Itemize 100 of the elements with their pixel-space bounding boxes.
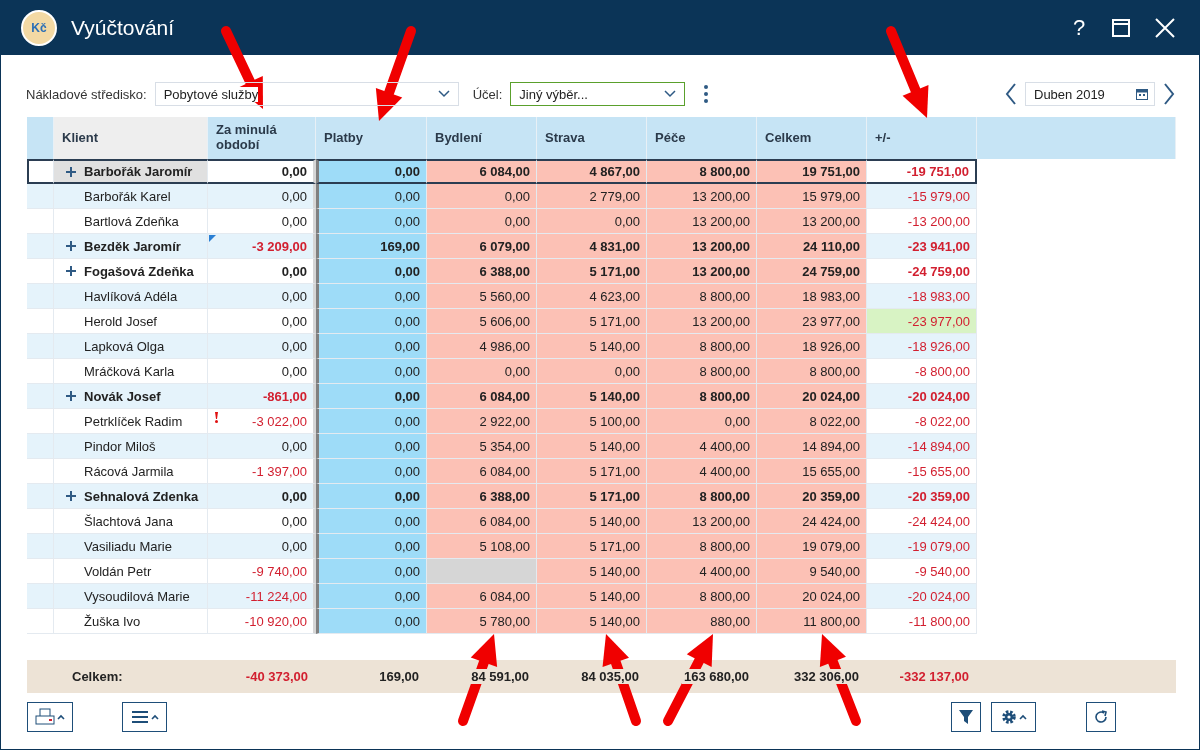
table-cell: 0,00 (208, 184, 316, 209)
table-cell: -23 977,00 (867, 309, 977, 334)
table-cell: 0,00 (316, 209, 427, 234)
total-value: 84 035,00 (579, 669, 641, 684)
calendar-icon[interactable] (1136, 88, 1148, 100)
table-cell: 20 024,00 (757, 384, 867, 409)
table-cell: 0,00 (316, 259, 427, 284)
header-corner (27, 117, 54, 159)
expand-icon[interactable] (64, 239, 78, 253)
client-name: Barbořák Jaromír (84, 164, 193, 179)
expand-icon[interactable] (64, 264, 78, 278)
table-cell: 19 751,00 (757, 159, 867, 184)
client-name: Novák Josef (84, 388, 161, 404)
column-header[interactable]: Bydlení (427, 117, 537, 159)
table-cell: 0,00 (316, 534, 427, 559)
table-cell: 0,00 (427, 184, 537, 209)
column-header[interactable]: Za minulá období (208, 117, 316, 159)
client-name: Mráčková Karla (84, 363, 175, 379)
table-cell: 0,00 (537, 359, 647, 384)
table-cell: 13 200,00 (647, 234, 757, 259)
table-cell: 8 800,00 (647, 484, 757, 509)
expand-icon[interactable] (64, 164, 78, 179)
table-cell: 0,00 (316, 459, 427, 484)
table-cell: 15 655,00 (757, 459, 867, 484)
maximize-icon[interactable] (1112, 19, 1130, 37)
client-name: Pindor Miloš (84, 438, 156, 454)
client-name: Petrklíček Radim (84, 413, 183, 429)
table-cell: 20 359,00 (757, 484, 867, 509)
column-header[interactable]: Celkem (757, 117, 867, 159)
table-cell: 6 084,00 (427, 584, 537, 609)
table-cell: 6 388,00 (427, 484, 537, 509)
table-cell: 13 200,00 (647, 509, 757, 534)
settings-icon (1000, 709, 1017, 725)
table-cell: 0,00 (427, 359, 537, 384)
table-cell: 13 200,00 (647, 309, 757, 334)
period-field[interactable]: Duben 2019 (1025, 82, 1155, 106)
table-cell: 23 977,00 (757, 309, 867, 334)
table-cell: 0,00 (316, 284, 427, 309)
client-name: Bartlová Zdeňka (84, 213, 179, 229)
expand-icon[interactable] (64, 489, 78, 503)
table-cell: 6 388,00 (427, 259, 537, 284)
chevron-down-icon (664, 90, 677, 98)
next-icon[interactable] (1163, 83, 1175, 105)
table-cell: 0,00 (316, 584, 427, 609)
table-cell: 6 084,00 (427, 459, 537, 484)
table-cell: 19 079,00 (757, 534, 867, 559)
table-cell: 5 140,00 (537, 559, 647, 584)
client-name: Žuška Ivo (84, 613, 141, 629)
purpose-dropdown[interactable]: Jiný výběr... (510, 82, 686, 106)
refresh-button[interactable] (1086, 702, 1116, 732)
table-cell: 14 894,00 (757, 434, 867, 459)
table-cell: 2 779,00 (537, 184, 647, 209)
table-cell: -14 894,00 (867, 434, 977, 459)
more-icon[interactable] (703, 84, 710, 104)
close-icon[interactable] (1155, 18, 1175, 38)
table-cell: 4 400,00 (647, 434, 757, 459)
table-cell: 4 400,00 (647, 459, 757, 484)
print-button[interactable] (27, 702, 73, 732)
client-name: Vysoudilová Marie (84, 588, 190, 604)
table-cell: 11 800,00 (757, 609, 867, 634)
table-cell: 5 140,00 (537, 334, 647, 359)
table-cell: 5 140,00 (537, 609, 647, 634)
column-header[interactable]: Platby (316, 117, 427, 159)
table-cell: 5 171,00 (537, 259, 647, 284)
client-name: Sehnalová Zdenka (84, 488, 199, 504)
cell-value: -3 022,00 (252, 413, 307, 429)
column-header[interactable]: Klient (54, 117, 208, 159)
column-header[interactable]: Péče (647, 117, 757, 159)
table-cell: 9 540,00 (757, 559, 867, 584)
filter-icon (958, 709, 974, 725)
menu-icon (130, 710, 149, 724)
settings-button[interactable] (991, 702, 1036, 732)
table-cell: 8 800,00 (647, 534, 757, 559)
expand-icon[interactable] (64, 389, 78, 403)
table-cell: 169,00 (316, 234, 427, 259)
column-header[interactable]: Strava (537, 117, 647, 159)
table-cell: -23 941,00 (867, 234, 977, 259)
client-name: Šlachtová Jana (84, 513, 173, 529)
total-value: 84 591,00 (469, 669, 531, 684)
table-cell: 5 354,00 (427, 434, 537, 459)
table-cell: 0,00 (316, 434, 427, 459)
table-cell: 8 800,00 (757, 359, 867, 384)
table-cell: 20 024,00 (757, 584, 867, 609)
total-value: 169,00 (377, 669, 421, 684)
filter-button[interactable] (951, 702, 981, 732)
table-cell: 5 140,00 (537, 434, 647, 459)
table-cell: 13 200,00 (647, 259, 757, 284)
table-cell: 5 560,00 (427, 284, 537, 309)
table-cell: 0,00 (208, 284, 316, 309)
table-cell: -11 224,00 (208, 584, 316, 609)
help-button[interactable]: ? (1059, 14, 1099, 42)
previous-icon[interactable] (1005, 83, 1017, 105)
caret-icon (1018, 714, 1027, 720)
menu-button[interactable] (122, 702, 167, 732)
column-header[interactable]: +/- (867, 117, 977, 159)
table-cell: 0,00 (316, 384, 427, 409)
cell-value: -3 209,00 (252, 238, 307, 254)
table-cell: 2 922,00 (427, 409, 537, 434)
cost-center-label: Nákladové středisko: (26, 86, 147, 102)
table-cell: 0,00 (537, 209, 647, 234)
